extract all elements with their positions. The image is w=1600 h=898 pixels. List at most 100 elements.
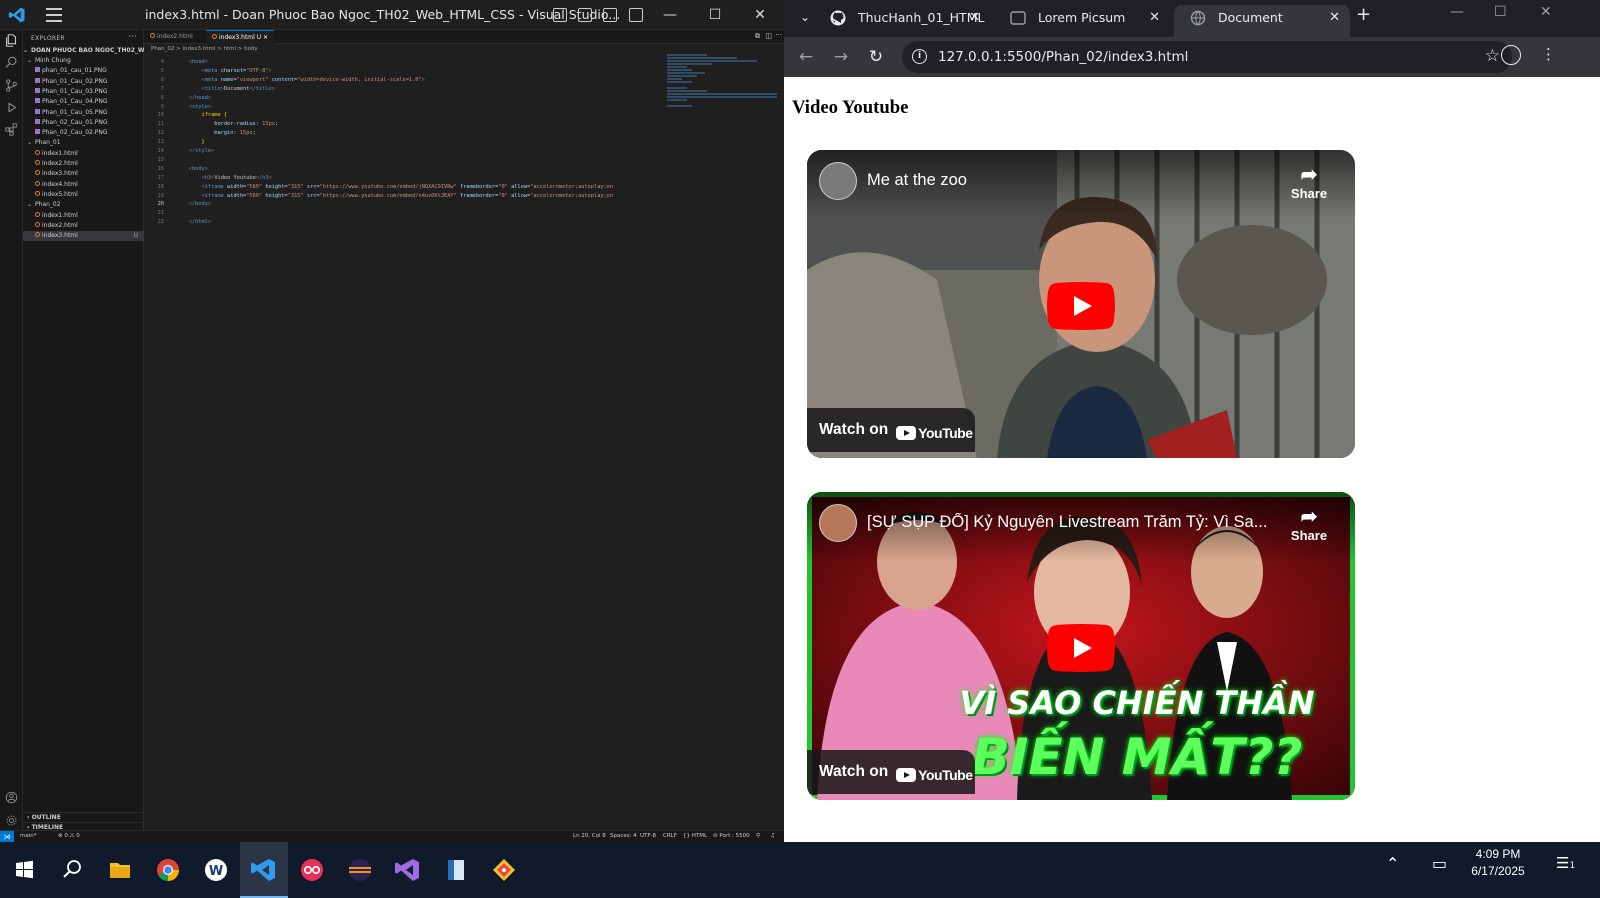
share-button[interactable]: ➦ Share [1289, 506, 1329, 543]
hamburger-menu-icon[interactable] [46, 8, 62, 22]
system-clock[interactable]: 4:09 PM 6/17/2025 [1458, 846, 1538, 880]
app-document-icon[interactable] [436, 850, 476, 890]
settings-gear-icon[interactable] [5, 814, 18, 827]
tree-file[interactable]: Phan_01_Cau_02.PNG [23, 77, 144, 87]
chrome-minimize-icon[interactable]: — [1450, 4, 1464, 20]
tab-document[interactable]: Document ✕ [1174, 5, 1350, 37]
channel-avatar[interactable] [819, 504, 857, 542]
tree-folder[interactable]: ⌄ Phan_01 [23, 138, 144, 148]
notification-center-icon[interactable]: ☰1 [1556, 854, 1575, 872]
chrome-icon[interactable] [148, 850, 188, 890]
eclipse-icon[interactable] [340, 850, 380, 890]
tree-file[interactable]: Phan_02_Cau_01.PNG [23, 118, 144, 128]
tree-folder[interactable]: ⌄ Phan_02 [23, 200, 144, 210]
run-debug-icon[interactable] [5, 101, 18, 114]
tree-file[interactable]: index3.html [23, 169, 144, 179]
maximize-icon[interactable]: ☐ [704, 4, 726, 26]
tree-folder[interactable]: ⌄ Minh Chung [23, 56, 144, 66]
app-oo-icon[interactable] [292, 850, 332, 890]
share-button[interactable]: ➦ Share [1289, 164, 1329, 201]
customize-layout-icon[interactable] [629, 8, 643, 22]
git-branch[interactable]: main* [20, 833, 37, 839]
tree-file[interactable]: index1.html [23, 149, 144, 159]
site-info-icon[interactable]: i [912, 49, 927, 64]
git-kraken-icon[interactable] [484, 850, 524, 890]
search-icon[interactable] [52, 850, 92, 890]
more-actions-icon[interactable]: ··· [775, 31, 782, 39]
source-control-icon[interactable] [5, 79, 18, 92]
toggle-primary-sidebar-icon[interactable] [553, 8, 567, 22]
file-explorer-icon[interactable] [100, 850, 140, 890]
windows-start-icon[interactable] [4, 850, 44, 890]
tree-file[interactable]: Phan_01_Cau_05.PNG [23, 108, 144, 118]
chrome-maximize-icon[interactable]: ☐ [1494, 4, 1507, 20]
explorer-icon[interactable] [5, 34, 18, 47]
live-server-port[interactable]: ⊘ Port : 5500 [713, 833, 750, 839]
show-hidden-icons-chevron-icon[interactable]: ⌃ [1386, 854, 1399, 873]
notifications-bell-icon[interactable]: ♫ [770, 833, 775, 839]
account-icon[interactable] [5, 791, 18, 804]
play-button-icon[interactable] [1047, 282, 1115, 330]
video-title[interactable]: Me at the zoo [867, 171, 1287, 190]
back-arrow-icon[interactable]: ← [794, 45, 818, 69]
breadcrumb[interactable]: Phan_02 > index3.html > html > body [151, 46, 258, 52]
profile-icon[interactable] [1501, 45, 1521, 65]
extensions-icon[interactable] [5, 123, 18, 136]
outline-section[interactable]: › OUTLINE [23, 812, 144, 822]
app-w-icon[interactable]: W [196, 850, 236, 890]
tab-search-dropdown-icon[interactable]: ⌄ [794, 6, 816, 28]
accounts-icon[interactable]: ⚲ [756, 833, 760, 839]
tree-file[interactable]: index2.html [23, 221, 144, 231]
youtube-embed-2[interactable]: VÌ SAO CHIẾN THẦN BIẾN MẤT?? [SỰ SỤP ĐỔ]… [807, 492, 1355, 800]
close-tab-icon[interactable]: ✕ [263, 34, 268, 41]
tree-file[interactable]: index2.html [23, 159, 144, 169]
visual-studio-icon[interactable] [388, 850, 428, 890]
address-bar[interactable]: i 127.0.0.1:5500/Phan_02/index3.html ☆ [902, 41, 1512, 73]
watch-on-youtube-button[interactable]: Watch on YouTube [807, 750, 975, 794]
close-tab-icon[interactable]: ✕ [1329, 5, 1340, 31]
close-tab-icon[interactable]: ✕ [969, 5, 980, 31]
network-icon[interactable]: ▭ [1432, 854, 1447, 873]
tree-file[interactable]: Phan_02_Cau_02.PNG [23, 128, 144, 138]
tree-file[interactable]: Phan_01_Cau_03.PNG [23, 87, 144, 97]
youtube-embed-1[interactable]: Me at the zoo ➦ Share Watch on YouTube [807, 150, 1355, 458]
tree-file[interactable]: index4.html [23, 180, 144, 190]
tab-lorem-picsum[interactable]: Lorem Picsum ✕ [994, 5, 1170, 37]
cursor-position[interactable]: Ln 20, Col 8 [573, 833, 606, 839]
tree-file[interactable]: index3.html U [23, 231, 144, 242]
language-mode[interactable]: {} HTML [683, 833, 707, 839]
tree-file[interactable]: index1.html [23, 211, 144, 221]
vscode-taskbar-icon[interactable] [244, 850, 284, 890]
tree-file[interactable]: phan_01_cau_01.PNG [23, 66, 144, 76]
play-button-icon[interactable] [1047, 624, 1115, 672]
encoding[interactable]: UTF-8 [640, 833, 656, 839]
open-changes-icon[interactable]: ⧉ [755, 32, 760, 41]
bookmark-star-icon[interactable]: ☆ [1485, 46, 1500, 66]
tab-index2[interactable]: index2.html [144, 30, 206, 44]
minimize-icon[interactable]: — [659, 4, 681, 26]
minimap[interactable] [667, 54, 777, 134]
url-text[interactable]: 127.0.0.1:5500/Phan_02/index3.html [938, 49, 1188, 65]
indentation[interactable]: Spaces: 4 [610, 833, 637, 839]
forward-arrow-icon[interactable]: → [829, 45, 853, 69]
new-tab-plus-icon[interactable]: + [1356, 4, 1371, 25]
toggle-secondary-sidebar-icon[interactable] [603, 8, 617, 22]
watch-on-youtube-button[interactable]: Watch on YouTube [807, 408, 975, 452]
close-icon[interactable]: ✕ [749, 4, 771, 26]
problems-count[interactable]: ⊗ 0 ⚠ 0 [58, 833, 80, 839]
toggle-panel-icon[interactable] [578, 8, 592, 22]
chrome-menu-kebab-icon[interactable]: ⋮ [1541, 45, 1556, 63]
chrome-close-icon[interactable]: ✕ [1540, 4, 1552, 20]
search-icon[interactable] [5, 56, 18, 69]
tab-thuchanh[interactable]: ThucHanh_01_HTML ✕ [814, 5, 990, 37]
close-tab-icon[interactable]: ✕ [1149, 5, 1160, 31]
video-title[interactable]: [SỰ SỤP ĐỔ] Kỷ Nguyên Livestream Trăm Tỷ… [867, 513, 1287, 532]
more-actions-icon[interactable]: ··· [128, 32, 137, 42]
tree-file[interactable]: Phan_01_Cau_04.PNG [23, 97, 144, 107]
channel-avatar[interactable] [819, 162, 857, 200]
tab-index3[interactable]: index3.html U ✕ [206, 30, 274, 44]
tree-file[interactable]: index5.html [23, 190, 144, 200]
line-ending[interactable]: CRLF [663, 833, 677, 839]
reload-icon[interactable]: ↻ [864, 45, 888, 69]
split-editor-icon[interactable]: ◫ [765, 32, 772, 40]
